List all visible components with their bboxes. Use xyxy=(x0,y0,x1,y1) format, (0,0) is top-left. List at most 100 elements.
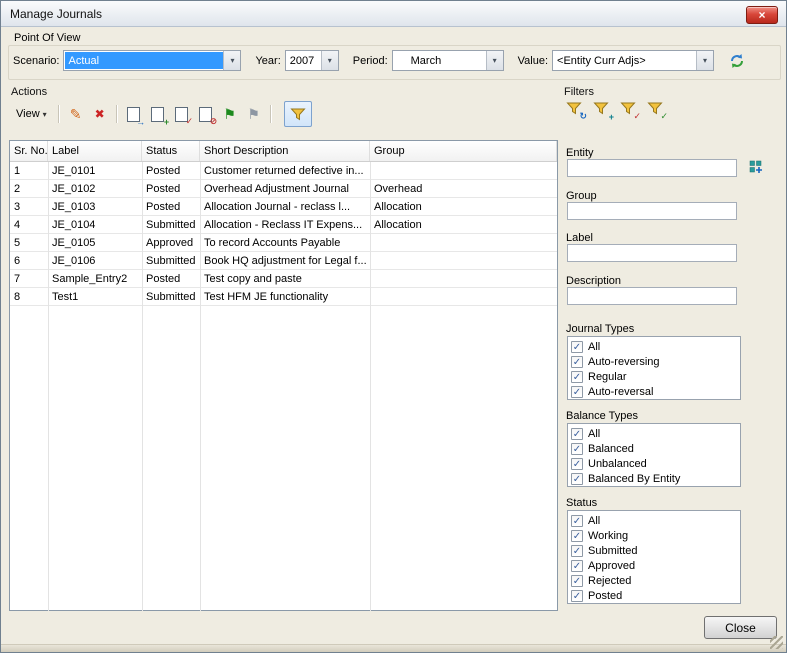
table-cell: 6 xyxy=(14,254,21,267)
checkbox-icon[interactable]: ✓ xyxy=(571,427,583,440)
description-filter-input[interactable] xyxy=(567,287,737,305)
table-row[interactable]: 2 JE_0102 Posted Overhead Adjustment Journa… xyxy=(10,180,557,198)
table-row[interactable]: 1 JE_0101 Posted Customer returned defectiv… xyxy=(10,162,557,180)
table-row[interactable]: 6 JE_0106 Submitted Book HQ adjustment for … xyxy=(10,252,557,270)
close-button[interactable]: Close xyxy=(704,616,777,639)
balance-types-label: Balance Types xyxy=(566,410,638,422)
year-combobox[interactable]: 2007 ▾ xyxy=(284,50,339,71)
table-cell: JE_0104 xyxy=(52,218,96,231)
period-combobox[interactable]: March ▾ xyxy=(391,50,504,71)
refresh-badge-icon: ↻ xyxy=(579,111,587,121)
checkbox-label: Approved xyxy=(588,559,636,572)
table-row[interactable]: 3 JE_0103 Posted Allocation Journal - recla… xyxy=(10,198,557,216)
checkbox-icon[interactable]: ✓ xyxy=(571,574,583,587)
unsubmit-journal-button[interactable]: + xyxy=(146,102,170,127)
checkbox-label: Working xyxy=(588,529,629,542)
checkbox-option-rejected[interactable]: ✓ Rejected xyxy=(571,573,737,588)
approve-journal-button[interactable]: ✓ xyxy=(170,102,194,126)
submit-journal-button[interactable]: → xyxy=(122,102,146,127)
delete-journal-button[interactable]: ✖ xyxy=(88,102,112,126)
table-row[interactable]: 4 JE_0104 Submitted Allocation - Reclass IT… xyxy=(10,216,557,234)
label-filter-input[interactable] xyxy=(567,244,737,262)
checkbox-option-auto-reversing[interactable]: ✓ Auto-reversing xyxy=(571,354,737,369)
checkbox-option-unbalanced[interactable]: ✓ Unbalanced xyxy=(571,456,737,471)
checkbox-label: All xyxy=(588,340,601,353)
column-header-label[interactable]: Label xyxy=(48,141,142,161)
checkbox-option-all[interactable]: ✓ All xyxy=(571,513,737,528)
year-label: Year: xyxy=(255,54,281,67)
checkbox-option-balanced[interactable]: ✓ Balanced xyxy=(571,441,737,456)
column-header-short-description[interactable]: Short Description xyxy=(200,141,370,161)
apply-badge-icon: ✓ xyxy=(660,111,668,121)
group-filter-input[interactable] xyxy=(567,202,737,220)
checkbox-icon[interactable]: ✓ xyxy=(571,340,583,353)
table-row[interactable]: 8 Test1 Submitted Test HFM JE functionality xyxy=(10,288,557,306)
refresh-filter-button[interactable]: ↻ xyxy=(566,100,587,121)
refresh-pov-button[interactable] xyxy=(728,52,746,70)
apply-filter-button[interactable]: ✓ xyxy=(647,100,668,121)
reject-journal-button[interactable]: ⊘ xyxy=(194,102,218,126)
table-cell: Submitted xyxy=(146,290,196,303)
column-header-srno[interactable]: Sr. No. xyxy=(10,141,48,161)
checkbox-icon[interactable]: ✓ xyxy=(571,514,583,527)
table-header: Sr. No. Label Status Short Description G… xyxy=(10,141,557,162)
period-value: March xyxy=(410,54,442,67)
checkbox-icon[interactable]: ✓ xyxy=(571,457,583,470)
chevron-down-icon[interactable]: ▾ xyxy=(485,51,503,70)
checkbox-icon[interactable]: ✓ xyxy=(571,559,583,572)
chevron-down-icon[interactable]: ▾ xyxy=(696,51,714,70)
chevron-down-icon: ▾ xyxy=(42,109,47,119)
resize-grip[interactable] xyxy=(770,636,783,649)
table-cell: 8 xyxy=(14,290,21,303)
checkbox-icon[interactable]: ✓ xyxy=(571,385,583,398)
actions-toolbar: View ▾ ✎ ✖ → + ✓ ⊘ ⚑ ⚑ xyxy=(9,101,312,127)
window-close-button[interactable]: × xyxy=(746,6,778,24)
clear-filter-button[interactable]: ✓ xyxy=(620,100,641,121)
checkbox-icon[interactable]: ✓ xyxy=(571,589,583,602)
member-selector-button[interactable] xyxy=(749,160,763,174)
column-header-status[interactable]: Status xyxy=(142,141,200,161)
checkbox-option-working[interactable]: ✓ Working xyxy=(571,528,737,543)
checkbox-icon[interactable]: ✓ xyxy=(571,355,583,368)
checkbox-option-posted[interactable]: ✓ Posted xyxy=(571,588,737,603)
checkbox-label: Balanced By Entity xyxy=(588,472,681,485)
post-journal-button[interactable]: ⚑ xyxy=(218,102,242,126)
gray-flag-icon: ⚑ xyxy=(247,105,260,122)
checkbox-option-all[interactable]: ✓ All xyxy=(571,426,737,441)
checkbox-option-auto-reversal[interactable]: ✓ Auto-reversal xyxy=(571,384,737,399)
checkbox-label: Posted xyxy=(588,589,623,602)
value-combobox[interactable]: <Entity Curr Adjs> ▾ xyxy=(552,50,715,71)
page-icon: ⊘ xyxy=(199,106,217,126)
unpost-journal-button[interactable]: ⚑ xyxy=(242,102,266,126)
checkbox-option-balanced-by-entity[interactable]: ✓ Balanced By Entity xyxy=(571,471,737,486)
checkbox-icon[interactable]: ✓ xyxy=(571,472,583,485)
table-cell xyxy=(370,288,557,305)
checkbox-option-regular[interactable]: ✓ Regular xyxy=(571,369,737,384)
checkbox-icon[interactable]: ✓ xyxy=(571,442,583,455)
view-menu-button[interactable]: View ▾ xyxy=(9,102,54,126)
entity-filter-input[interactable] xyxy=(567,159,737,177)
checkbox-option-submitted[interactable]: ✓ Submitted xyxy=(571,543,737,558)
balance-types-list: ✓ All ✓ Balanced ✓ Unbalanced ✓ Balanced By Ent… xyxy=(567,423,741,487)
title-bar[interactable]: Manage Journals xyxy=(1,1,786,27)
table-row[interactable]: 7 Sample_Entry2 Posted Test copy and paste xyxy=(10,270,557,288)
checkbox-label: All xyxy=(588,427,601,440)
edit-journal-button[interactable]: ✎ xyxy=(64,102,88,126)
group-filter-label: Group xyxy=(566,190,597,202)
chevron-down-icon[interactable]: ▾ xyxy=(320,51,338,70)
chevron-down-icon[interactable]: ▾ xyxy=(223,51,241,70)
checkbox-option-approved[interactable]: ✓ Approved xyxy=(571,558,737,573)
checkbox-icon[interactable]: ✓ xyxy=(571,544,583,557)
table-row[interactable]: 5 JE_0105 Approved To record Accounts Payab… xyxy=(10,234,557,252)
checkbox-option-all[interactable]: ✓ All xyxy=(571,339,737,354)
filter-toggle-button[interactable] xyxy=(283,101,312,127)
checkbox-icon[interactable]: ✓ xyxy=(571,529,583,542)
actions-section-label: Actions xyxy=(11,86,48,98)
manage-filters-button[interactable]: + xyxy=(593,100,614,122)
table-cell xyxy=(370,252,557,269)
scenario-combobox[interactable]: Actual ▾ xyxy=(63,50,242,71)
column-header-group[interactable]: Group xyxy=(370,141,557,161)
table-cell: Test1 xyxy=(52,290,79,303)
approve-check-icon: ✓ xyxy=(185,115,194,126)
checkbox-icon[interactable]: ✓ xyxy=(571,370,583,383)
